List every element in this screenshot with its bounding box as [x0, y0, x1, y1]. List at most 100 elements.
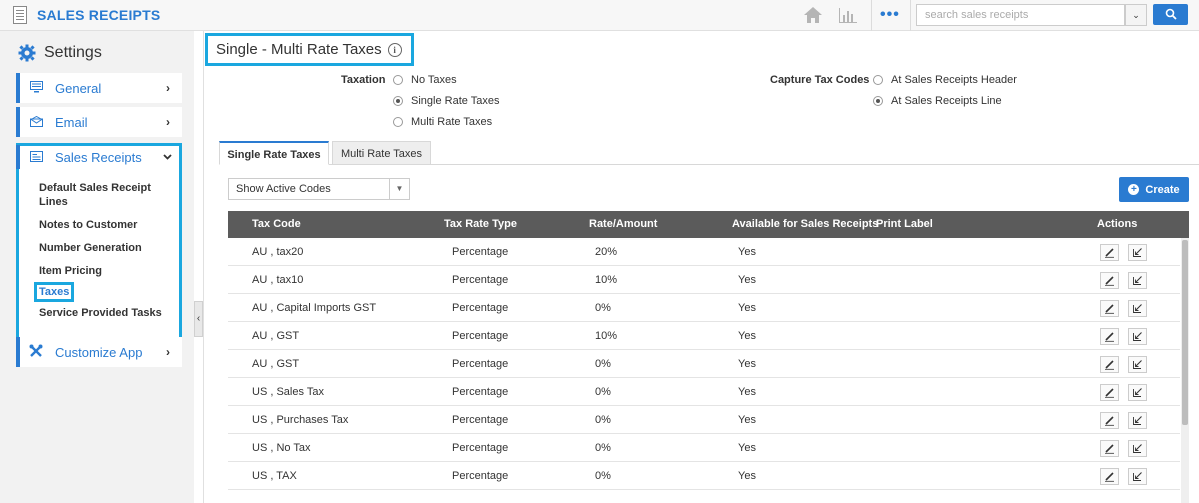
- deactivate-icon[interactable]: [1128, 440, 1147, 457]
- filter-select[interactable]: Show Active Codes ▼: [228, 178, 410, 200]
- info-icon[interactable]: i: [387, 42, 402, 57]
- table-scrollbar[interactable]: [1181, 238, 1189, 503]
- cell-tax-code: AU , GST: [252, 330, 300, 342]
- cell-tax-code: US , Purchases Tax: [252, 414, 349, 426]
- edit-icon[interactable]: [1100, 300, 1119, 317]
- filter-selected-value: Show Active Codes: [236, 183, 331, 195]
- radio-multi-rate-taxes[interactable]: Multi Rate Taxes: [393, 116, 492, 128]
- gear-icon: [18, 44, 36, 62]
- cell-tax-code: US , TAX: [252, 470, 297, 482]
- divider: [910, 0, 911, 31]
- radio-at-header[interactable]: At Sales Receipts Header: [873, 74, 1017, 86]
- submenu-default-sales-receipt-lines[interactable]: Default Sales Receipt Lines: [39, 181, 159, 209]
- caret-down-icon: ▼: [389, 179, 409, 199]
- top-bar: SALES RECEIPTS ••• ⌄: [0, 0, 1199, 31]
- search-button[interactable]: [1153, 4, 1188, 25]
- radio-button[interactable]: [873, 96, 883, 106]
- sidebar-item-customize-app[interactable]: Customize App ›: [16, 337, 182, 367]
- cell-rate-amount: 0%: [595, 470, 611, 482]
- divider: [871, 0, 872, 31]
- collapse-sidebar-button[interactable]: ‹: [194, 301, 203, 337]
- table-row: AU , tax20 Percentage 20% Yes: [228, 238, 1180, 266]
- tools-icon: [29, 344, 43, 361]
- radio-single-rate-taxes[interactable]: Single Rate Taxes: [393, 95, 499, 107]
- cell-available: Yes: [738, 358, 756, 370]
- cell-rate-amount: 0%: [595, 442, 611, 454]
- cell-available: Yes: [738, 442, 756, 454]
- deactivate-icon[interactable]: [1128, 384, 1147, 401]
- table-row: US , No Tax Percentage 0% Yes: [228, 434, 1180, 462]
- edit-icon[interactable]: [1100, 244, 1119, 261]
- receipt-icon: [29, 150, 43, 165]
- cell-available: Yes: [738, 274, 756, 286]
- submenu-item-pricing[interactable]: Item Pricing: [39, 264, 179, 278]
- radio-at-line[interactable]: At Sales Receipts Line: [873, 95, 1002, 107]
- radio-label: At Sales Receipts Line: [891, 95, 1002, 107]
- table-row: AU , tax10 Percentage 10% Yes: [228, 266, 1180, 294]
- tab-multi-rate-taxes[interactable]: Multi Rate Taxes: [332, 141, 431, 165]
- column-header-rate-amount[interactable]: Rate/Amount: [589, 211, 657, 238]
- deactivate-icon[interactable]: [1128, 244, 1147, 261]
- plus-icon: +: [1128, 184, 1140, 195]
- deactivate-icon[interactable]: [1128, 468, 1147, 485]
- cell-available: Yes: [738, 246, 756, 258]
- deactivate-icon[interactable]: [1128, 412, 1147, 429]
- chevron-down-icon[interactable]: ⌄: [1125, 4, 1147, 26]
- sidebar-item-email[interactable]: Email ›: [16, 107, 182, 137]
- sidebar-item-label: General: [55, 80, 102, 96]
- column-header-tax-rate-type[interactable]: Tax Rate Type: [444, 211, 517, 238]
- cell-tax-code: AU , tax20: [252, 246, 304, 258]
- create-button[interactable]: + Create: [1119, 177, 1189, 202]
- column-header-available[interactable]: Available for Sales Receipts: [732, 211, 878, 238]
- cell-tax-code: US , No Tax: [252, 442, 311, 454]
- scrollbar-thumb[interactable]: [1182, 240, 1188, 425]
- cell-available: Yes: [738, 302, 756, 314]
- edit-icon[interactable]: [1100, 440, 1119, 457]
- home-icon[interactable]: [803, 6, 823, 24]
- cell-rate-amount: 0%: [595, 386, 611, 398]
- cell-tax-rate-type: Percentage: [452, 358, 509, 370]
- submenu-notes-to-customer[interactable]: Notes to Customer: [39, 218, 179, 232]
- bar-chart-icon[interactable]: [838, 7, 858, 24]
- app-title[interactable]: SALES RECEIPTS: [37, 7, 160, 23]
- cell-available: Yes: [738, 414, 756, 426]
- radio-no-taxes[interactable]: No Taxes: [393, 74, 457, 86]
- radio-button[interactable]: [393, 75, 403, 85]
- cell-rate-amount: 0%: [595, 302, 611, 314]
- page-title: Single - Multi Rate Taxes: [216, 41, 382, 58]
- sidebar-group-sales-receipts: Sales Receipts Default Sales Receipt Lin…: [16, 143, 182, 341]
- edit-icon[interactable]: [1100, 328, 1119, 345]
- tab-single-rate-taxes[interactable]: Single Rate Taxes: [219, 141, 329, 165]
- submenu-number-generation[interactable]: Number Generation: [39, 241, 179, 255]
- sidebar-item-general[interactable]: General ›: [16, 73, 182, 103]
- edit-icon[interactable]: [1100, 412, 1119, 429]
- submenu-taxes[interactable]: Taxes: [34, 282, 75, 302]
- search-input[interactable]: [916, 4, 1125, 26]
- more-icon[interactable]: •••: [880, 7, 900, 23]
- submenu-service-provided-tasks[interactable]: Service Provided Tasks: [39, 306, 179, 320]
- table-row: AU , Capital Imports GST Percentage 0% Yes: [228, 294, 1180, 322]
- cell-tax-rate-type: Percentage: [452, 302, 509, 314]
- edit-icon[interactable]: [1100, 356, 1119, 373]
- cell-available: Yes: [738, 470, 756, 482]
- envelope-icon: [29, 115, 43, 130]
- radio-label: Multi Rate Taxes: [411, 116, 493, 128]
- deactivate-icon[interactable]: [1128, 328, 1147, 345]
- cell-tax-code: AU , Capital Imports GST: [252, 302, 377, 314]
- edit-icon[interactable]: [1100, 384, 1119, 401]
- settings-title: Settings: [44, 44, 102, 61]
- radio-button[interactable]: [873, 75, 883, 85]
- sidebar-item-label: Customize App: [55, 344, 143, 360]
- deactivate-icon[interactable]: [1128, 356, 1147, 373]
- sidebar-item-sales-receipts[interactable]: Sales Receipts: [16, 145, 179, 169]
- edit-icon[interactable]: [1100, 468, 1119, 485]
- column-header-tax-code[interactable]: Tax Code: [252, 211, 301, 238]
- edit-icon[interactable]: [1100, 272, 1119, 289]
- column-header-print-label[interactable]: Print Label: [876, 211, 933, 238]
- cell-rate-amount: 0%: [595, 414, 611, 426]
- radio-button[interactable]: [393, 96, 403, 106]
- deactivate-icon[interactable]: [1128, 272, 1147, 289]
- radio-button[interactable]: [393, 117, 403, 127]
- cell-rate-amount: 10%: [595, 274, 618, 286]
- deactivate-icon[interactable]: [1128, 300, 1147, 317]
